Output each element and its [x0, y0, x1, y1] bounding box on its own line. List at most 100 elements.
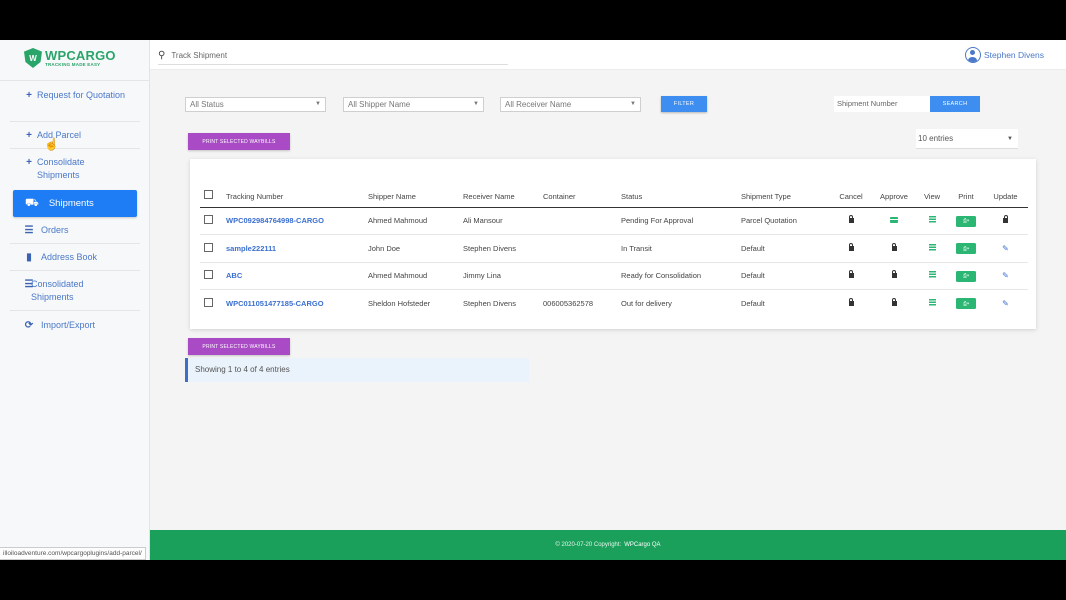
edit-icon[interactable]: ✎	[1002, 299, 1009, 308]
print-dropdown-button[interactable]: ⎙▾	[956, 215, 976, 227]
plus-icon: +	[26, 130, 32, 141]
col-receiver[interactable]: Receiver Name	[463, 169, 543, 208]
footer: © 2020-07-20 Copyright: WPCargo QA	[150, 530, 1066, 560]
sidebar-item-add-parcel[interactable]: + Add Parcel	[24, 129, 147, 142]
entries-select[interactable]: 10 entries ▼	[916, 129, 1018, 149]
sidebar-item-import-export[interactable]: ⟳ Import/Export	[24, 319, 147, 332]
col-shipment-type[interactable]: Shipment Type	[741, 169, 829, 208]
view-list-icon[interactable]	[928, 216, 936, 224]
view-list-icon[interactable]	[928, 271, 936, 279]
col-container[interactable]: Container	[543, 169, 621, 208]
footer-copyright: © 2020-07-20 Copyright:	[555, 542, 622, 548]
receiver-cell: Stephen Divens	[463, 234, 543, 263]
receiver-filter-select[interactable]: All Receiver Name ▼	[500, 97, 641, 112]
brand-logo[interactable]: W WPCARGO TRACKING MADE EASY	[24, 48, 116, 68]
view-list-icon[interactable]	[928, 243, 936, 251]
divider	[10, 148, 140, 149]
row-select-cell	[200, 290, 226, 318]
search-input[interactable]: Track Shipment	[171, 51, 227, 60]
row-checkbox[interactable]	[204, 242, 213, 252]
print-dropdown-button[interactable]: ⎙▾	[956, 243, 976, 254]
print-cell: ⎙▾	[949, 290, 983, 318]
sidebar-item-consolidated-shipments[interactable]: ☰ Consolidated Shipments	[24, 278, 147, 304]
col-status[interactable]: Status	[621, 169, 741, 208]
row-checkbox[interactable]	[204, 298, 213, 307]
track-shipment-search[interactable]: ⚲ Track Shipment	[158, 47, 508, 65]
user-avatar-icon	[964, 47, 981, 63]
shipment-type-cell: Default	[741, 262, 829, 290]
shipper-filter-select[interactable]: All Shipper Name ▼	[343, 97, 484, 112]
container-cell	[543, 234, 621, 263]
shipper-cell: John Doe	[368, 234, 463, 263]
cancel-cell	[829, 290, 873, 318]
tracking-number-link[interactable]: WPC011051477185-CARGO	[226, 299, 324, 308]
select-all-checkbox[interactable]	[204, 189, 213, 199]
col-tracking[interactable]: Tracking Number	[226, 169, 368, 208]
sidebar-item-label: Address Book	[41, 252, 98, 262]
sidebar-item-address-book[interactable]: ▮ Address Book	[24, 251, 147, 264]
col-shipper[interactable]: Shipper Name	[368, 169, 463, 208]
sidebar-item-consolidate-shipments[interactable]: + Consolidate Shipments	[24, 156, 147, 182]
container-cell: 006005362578	[543, 299, 594, 308]
cancel-cell	[829, 234, 873, 263]
shipments-table-card: Tracking Number Shipper Name Receiver Na…	[190, 159, 1036, 329]
view-list-icon[interactable]	[928, 299, 936, 306]
search-icon: ⚲	[158, 50, 166, 61]
approve-card-icon[interactable]	[890, 217, 898, 224]
lock-icon	[848, 298, 854, 306]
shipper-filter-value: All Shipper Name	[348, 100, 411, 109]
divider	[10, 243, 140, 244]
sidebar-item-label: Import/Export	[41, 320, 96, 330]
cancel-cell	[829, 207, 873, 235]
shipper-cell: Ahmed Mahmoud	[368, 207, 463, 235]
lock-icon	[891, 270, 897, 279]
table-row: ABC Ahmed Mahmoud Jimmy Lina Ready for C…	[200, 262, 1028, 290]
sidebar-item-label: Consolidate Shipments	[37, 157, 85, 180]
book-icon: ▮	[26, 252, 32, 263]
filter-button[interactable]: FILTER	[661, 96, 707, 112]
sidebar-item-shipments[interactable]: ⛟ Shipments	[13, 190, 137, 217]
search-button[interactable]: SEARCH	[930, 96, 980, 112]
sidebar-item-label: Request for Quotation	[37, 90, 126, 100]
sidebar-item-label: Shipments	[48, 198, 94, 209]
lock-icon	[891, 298, 897, 306]
print-cell: ⎙▾	[949, 207, 983, 235]
shipment-type-cell: Default	[741, 299, 765, 308]
print-cell: ⎙▾	[949, 234, 983, 263]
row-checkbox[interactable]	[204, 270, 213, 280]
print-dropdown-button[interactable]: ⎙▾	[956, 270, 976, 282]
receiver-filter-value: All Receiver Name	[505, 100, 572, 109]
edit-icon[interactable]: ✎	[1002, 271, 1009, 280]
tracking-number-link[interactable]: sample222111	[226, 244, 276, 253]
table-row: WPC011051477185-CARGO Sheldon Hofsteder …	[200, 290, 1028, 318]
sidebar-item-request-quotation[interactable]: + Request for Quotation	[24, 89, 147, 102]
caret-down-icon: ▼	[473, 101, 479, 107]
caret-down-icon: ▼	[315, 101, 321, 107]
approve-cell	[873, 290, 915, 318]
shipment-number-input[interactable]: Shipment Number	[834, 96, 930, 112]
tracking-number-link[interactable]: ABC	[226, 271, 242, 280]
divider	[10, 310, 140, 311]
row-select-cell	[200, 207, 226, 235]
edit-icon[interactable]: ✎	[1002, 244, 1009, 253]
col-print: Print	[949, 169, 983, 208]
print-cell: ⎙▾	[949, 262, 983, 290]
caret-down-icon: ▼	[630, 101, 636, 107]
print-dropdown-button[interactable]: ⎙▾	[956, 298, 976, 310]
logo-shield-icon: W	[24, 48, 42, 68]
user-menu[interactable]: Stephen Divens	[964, 47, 1044, 63]
list-icon: ☰	[24, 225, 34, 236]
tracking-number-link[interactable]: WPC092984764998-CARGO	[226, 216, 324, 225]
receiver-cell: Stephen Divens	[463, 299, 516, 308]
print-selected-waybills-button-bottom[interactable]: PRINT SELECTED WAYBILLS	[188, 338, 290, 355]
status-filter-select[interactable]: All Status ▼	[185, 97, 326, 112]
col-cancel: Cancel	[829, 169, 873, 208]
print-selected-waybills-button[interactable]: PRINT SELECTED WAYBILLS	[188, 133, 290, 150]
sidebar-item-orders[interactable]: ☰ Orders	[24, 224, 147, 237]
col-view: View	[915, 169, 949, 208]
row-checkbox[interactable]	[204, 215, 213, 225]
table-row: WPC092984764998-CARGO Ahmed Mahmoud Ali …	[200, 207, 1028, 235]
footer-site-link[interactable]: WPCargo QA	[624, 542, 660, 548]
divider	[10, 121, 140, 122]
mouse-pointer-icon: ☝	[44, 137, 59, 151]
